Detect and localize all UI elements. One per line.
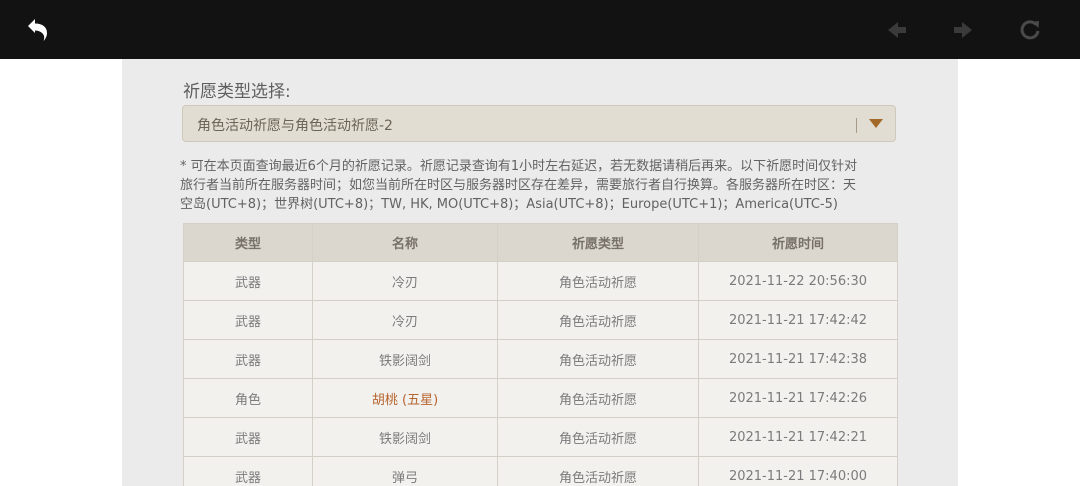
table-row: 角色 胡桃 (五星) 角色活动祈愿 2021-11-21 17:42:26 [183,378,898,418]
wish-history-panel: 祈愿类型选择: 角色活动祈愿与角色活动祈愿-2 * 可在本页面查询最近6个月的祈… [122,59,958,486]
cell-time: 2021-11-22 20:56:30 [698,261,898,301]
cell-name-five-star: 胡桃 (五星) [312,378,498,418]
cell-name: 铁影阔剑 [312,417,498,457]
notice-line: 空岛(UTC+8)；世界树(UTC+8)；TW, HK, MO(UTC+8)；A… [180,197,838,212]
wish-type-select[interactable]: 角色活动祈愿与角色活动祈愿-2 [182,105,896,142]
select-divider [856,118,857,133]
next-arrow-icon [954,22,972,38]
cell-name: 冷刃 [312,300,498,340]
cell-type: 武器 [183,261,313,301]
refresh-icon [1020,20,1040,40]
chevron-down-icon [869,119,883,128]
cell-type: 武器 [183,456,313,486]
table-row: 武器 冷刃 角色活动祈愿 2021-11-21 17:42:42 [183,300,898,340]
header-type: 类型 [183,223,313,262]
query-notice: * 可在本页面查询最近6个月的祈愿记录。祈愿记录查询有1小时左右延迟，若无数据请… [180,157,900,214]
table-row: 武器 弹弓 角色活动祈愿 2021-11-21 17:40:00 [183,456,898,486]
cell-name: 弹弓 [312,456,498,486]
header-name: 名称 [312,223,498,262]
undo-arrow-icon [28,19,47,41]
header-wish-time: 祈愿时间 [698,223,898,262]
back-button[interactable] [22,15,52,45]
refresh-button[interactable] [1015,15,1045,45]
cell-wish-type: 角色活动祈愿 [497,378,699,418]
cell-name: 铁影阔剑 [312,339,498,379]
cell-time: 2021-11-21 17:42:26 [698,378,898,418]
prev-arrow-icon [888,22,906,38]
cell-wish-type: 角色活动祈愿 [497,300,699,340]
cell-time: 2021-11-21 17:40:00 [698,456,898,486]
table-row: 武器 铁影阔剑 角色活动祈愿 2021-11-21 17:42:21 [183,417,898,457]
wish-history-table: 类型 名称 祈愿类型 祈愿时间 武器 冷刃 角色活动祈愿 2021-11-22 … [183,223,898,486]
table-row: 武器 铁影阔剑 角色活动祈愿 2021-11-21 17:42:38 [183,339,898,379]
cell-time: 2021-11-21 17:42:42 [698,300,898,340]
cell-wish-type: 角色活动祈愿 [497,417,699,457]
cell-type: 武器 [183,339,313,379]
cell-wish-type: 角色活动祈愿 [497,261,699,301]
top-toolbar [0,0,1080,59]
cell-wish-type: 角色活动祈愿 [497,339,699,379]
cell-type: 角色 [183,378,313,418]
notice-line: 旅行者当前所在服务器时间；如您当前所在时区与服务器时区存在差异，需要旅行者自行换… [180,178,857,193]
cell-time: 2021-11-21 17:42:38 [698,339,898,379]
table-row: 武器 冷刃 角色活动祈愿 2021-11-22 20:56:30 [183,261,898,301]
wish-type-label: 祈愿类型选择: [183,82,291,102]
wish-type-selected-value: 角色活动祈愿与角色活动祈愿-2 [197,118,393,134]
cell-type: 武器 [183,300,313,340]
header-wish-type: 祈愿类型 [497,223,699,262]
cell-time: 2021-11-21 17:42:21 [698,417,898,457]
prev-page-button[interactable] [882,15,912,45]
cell-wish-type: 角色活动祈愿 [497,456,699,486]
cell-type: 武器 [183,417,313,457]
table-header-row: 类型 名称 祈愿类型 祈愿时间 [183,223,898,262]
next-page-button[interactable] [948,15,978,45]
notice-line: * 可在本页面查询最近6个月的祈愿记录。祈愿记录查询有1小时左右延迟，若无数据请… [180,159,858,174]
cell-name: 冷刃 [312,261,498,301]
